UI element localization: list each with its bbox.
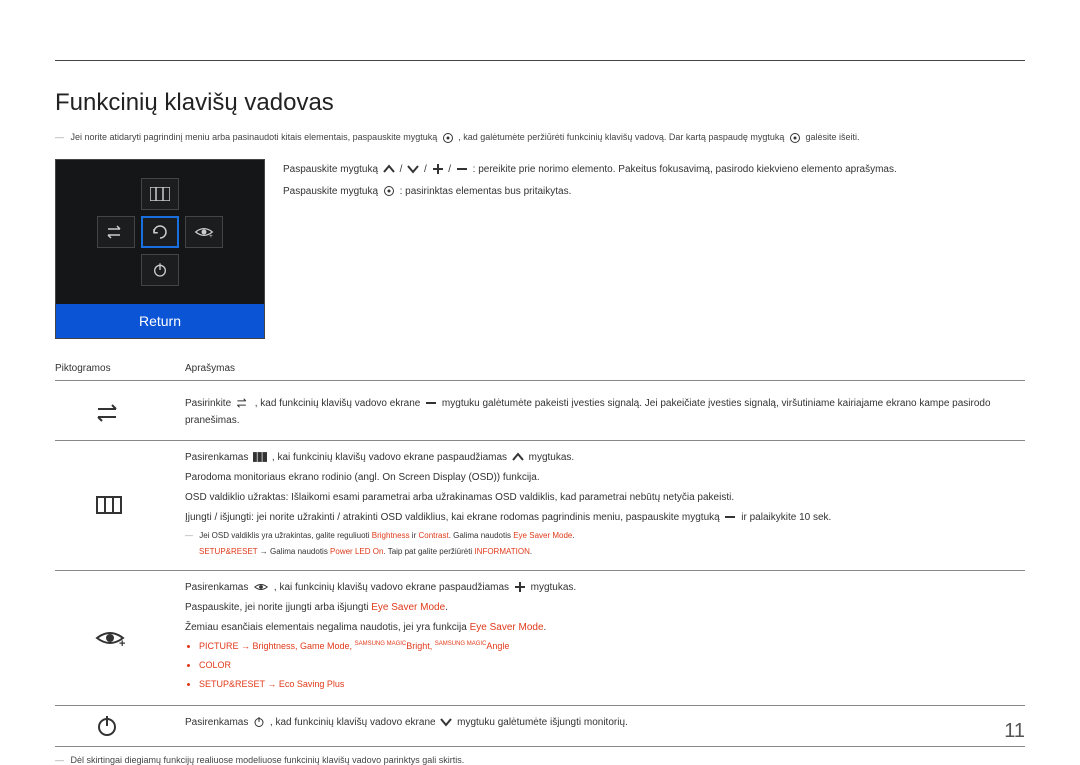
eye-icon: + [55, 579, 185, 697]
th-desc: Aprašymas [185, 363, 1025, 374]
jog-icon [789, 132, 801, 144]
r3b1u: SAMSUNG MAGIC [435, 641, 487, 647]
r2n2c: Power LED On [330, 547, 383, 556]
table-divider [55, 380, 1025, 381]
page-number: 11 [1004, 720, 1025, 743]
r2n2a: SETUP&RESET [199, 547, 258, 556]
svg-text:+: + [209, 232, 213, 238]
intro-part3: galėsite išeiti. [805, 132, 859, 142]
r2nf: Eye Saver Mode [513, 531, 572, 540]
r2a: Pasirenkamas [185, 452, 248, 463]
table-row: Pasirenkamas , kad funkcinių klavišų vad… [55, 706, 1025, 747]
source-icon [236, 398, 250, 408]
r3l3a: Žemiau esančiais elementais negalima nau… [185, 622, 467, 633]
r2n2d: . Taip pat galite peržiūrėti [383, 547, 472, 556]
table-header: Piktogramos Aprašymas [55, 363, 1025, 374]
side-instructions: Paspauskite mygtuką / / / : pereikite pr… [283, 159, 1025, 339]
panel-source-icon [97, 216, 135, 248]
r4a: Pasirenkamas [185, 717, 248, 728]
panel-return-label: Return [56, 304, 264, 338]
power-icon [253, 716, 265, 728]
r2na: Jei OSD valdiklis yra užrakintas, galite… [199, 531, 369, 540]
r2l4a: Įjungti / išjungti: jei norite užrakinti… [185, 512, 720, 523]
menu-icon [253, 452, 267, 462]
down-icon [440, 717, 452, 727]
r2l4b: ir palaikykite 10 sek. [741, 512, 831, 523]
r3b1v: Angle [486, 641, 509, 651]
r1a: Pasirinkite [185, 398, 231, 409]
intro-part1: Jei norite atidaryti pagrindinį meniu ar… [71, 132, 438, 142]
list-item: COLOR [199, 658, 1025, 673]
r3b: , kai funkcinių klavišų vadovo ekrane pa… [274, 582, 509, 593]
menu-icon [55, 449, 185, 562]
manual-page: Funkcinių klavišų vadovas ― Jei norite a… [0, 0, 1080, 763]
r2nd: Contrast [418, 531, 448, 540]
svg-text:+: + [119, 638, 125, 648]
side-line1b: : pereikite prie norimo elemento. Pakeit… [473, 164, 897, 175]
source-icon [55, 395, 185, 432]
jog-icon [383, 185, 395, 197]
footnote-text: Dėl skirtingai diegiamų funkcijų realiuo… [71, 755, 465, 765]
minus-icon [724, 513, 736, 521]
footnote: ― Dėl skirtingai diegiamų funkcijų reali… [55, 755, 1025, 765]
list-item: SETUP&RESET → Eco Saving Plus [199, 677, 1025, 692]
dash-icon: ― [55, 132, 64, 142]
eye-icon [253, 582, 269, 592]
plus-icon [514, 581, 526, 593]
r3l3b: Eye Saver Mode [470, 622, 544, 633]
side-line2a: Paspauskite mygtuką [283, 186, 378, 197]
r1b: , kad funkcinių klavišų vadovo ekrane [255, 398, 421, 409]
r2n2e: INFORMATION [474, 547, 529, 556]
table-row: + Pasirenkamas , kai funkcinių klavišų v… [55, 571, 1025, 706]
up-icon [383, 164, 395, 174]
table-row: Pasirenkamas , kai funkcinių klavišų vad… [55, 441, 1025, 571]
r2c: mygtukas. [529, 452, 575, 463]
up-icon [512, 452, 524, 462]
panel-menu-icon [141, 178, 179, 210]
r2ne: . Galima naudotis [449, 531, 511, 540]
intro-part2: , kad galėtumėte peržiūrėti funkcinių kl… [458, 132, 784, 142]
osd-panel: + Return [55, 159, 265, 339]
r4b: , kad funkcinių klavišų vadovo ekrane [270, 717, 436, 728]
minus-icon [425, 399, 437, 407]
intro-text: ― Jei norite atidaryti pagrindinį meniu … [55, 131, 1025, 145]
th-icons: Piktogramos [55, 363, 185, 374]
r2nc: ir [412, 531, 416, 540]
r3b1: PICTURE → Brightness, Game Mode, [199, 641, 355, 651]
side-line1a: Paspauskite mygtuką [283, 164, 378, 175]
r3b1s: SAMSUNG MAGIC [355, 641, 407, 647]
main-row: + Return Paspauskite mygtuką / / / : per… [55, 159, 1025, 339]
panel-return-icon [141, 216, 179, 248]
minus-icon [456, 163, 468, 175]
panel-eye-icon: + [185, 216, 223, 248]
r3c: mygtukas. [531, 582, 577, 593]
side-line2b: : pasirinktas elementas bus pritaikytas. [400, 186, 572, 197]
plus-icon [432, 163, 444, 175]
r3l2a: Paspauskite, jei norite įjungti arba išj… [185, 602, 368, 613]
down-icon [407, 164, 419, 174]
power-icon [55, 714, 185, 738]
r2l3: OSD valdiklio užraktas: Išlaikomi esami … [185, 489, 1025, 506]
r2n2b: → Galima naudotis [260, 547, 328, 556]
r4c: mygtuku galėtumėte išjungti monitorių. [457, 717, 628, 728]
page-title: Funkcinių klavišų vadovas [55, 89, 1025, 117]
dash-icon: ― [55, 755, 64, 765]
r2nb: Brightness [372, 531, 410, 540]
table-row: Pasirinkite , kad funkcinių klavišų vado… [55, 387, 1025, 441]
jog-icon [442, 132, 454, 144]
r3b1t: Bright, [406, 641, 435, 651]
r2l2: Parodoma monitoriaus ekrano rodinio (ang… [185, 469, 1025, 486]
top-divider [55, 60, 1025, 61]
r2b: , kai funkcinių klavišų vadovo ekrane pa… [272, 452, 507, 463]
dash-icon: ― [185, 531, 193, 540]
r3l2b: Eye Saver Mode [371, 602, 445, 613]
panel-power-icon [141, 254, 179, 286]
list-item: PICTURE → Brightness, Game Mode, SAMSUNG… [199, 639, 1025, 654]
r3a: Pasirenkamas [185, 582, 248, 593]
